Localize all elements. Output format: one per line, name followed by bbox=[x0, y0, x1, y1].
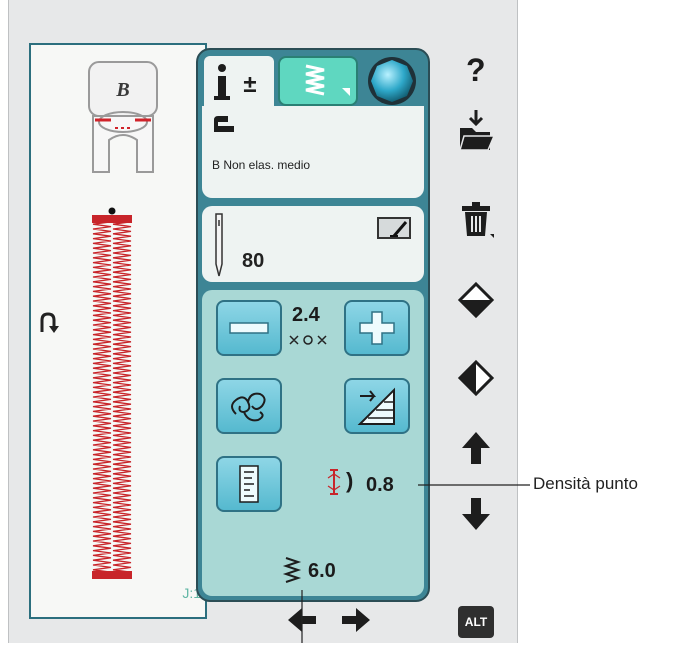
mirror-horizontal-axis-icon bbox=[457, 281, 495, 319]
alt-button[interactable]: ALT bbox=[458, 606, 494, 638]
plus-icon bbox=[359, 311, 395, 345]
balance-icon bbox=[239, 465, 259, 503]
move-up-button[interactable] bbox=[452, 424, 500, 472]
buttonhole-stitch-preview bbox=[92, 207, 132, 579]
tapering-button[interactable] bbox=[344, 378, 410, 434]
svg-text:±: ± bbox=[243, 71, 256, 98]
swirl-pattern-icon bbox=[231, 392, 266, 422]
density-paren: ) bbox=[346, 468, 354, 493]
balance-button[interactable] bbox=[216, 456, 282, 512]
mirror-horizontal-button[interactable] bbox=[452, 354, 500, 402]
stitch-preview-panel: B J:1 bbox=[29, 43, 207, 619]
trash-icon bbox=[462, 202, 494, 238]
stitch-width-icon bbox=[282, 557, 302, 583]
folder-open-icon bbox=[459, 110, 496, 151]
stitch-width-value: 6.0 bbox=[308, 560, 336, 582]
needle-size: 80 bbox=[242, 250, 265, 272]
foot-info-box: B Non elas. medio bbox=[202, 106, 424, 198]
move-down-button[interactable] bbox=[452, 490, 500, 538]
density-callout-label: Densità punto bbox=[533, 474, 638, 493]
tab-info[interactable]: ± bbox=[204, 56, 274, 106]
increase-length-button[interactable] bbox=[344, 300, 410, 356]
density-icon bbox=[327, 469, 341, 495]
arrow-right-icon bbox=[342, 608, 370, 632]
foot-label: B Non elas. medio bbox=[212, 158, 311, 172]
minus-icon bbox=[229, 322, 269, 334]
needle-icon bbox=[215, 213, 223, 277]
arrow-left-icon bbox=[288, 608, 316, 632]
delete-button[interactable] bbox=[452, 196, 500, 244]
stitch-length-value: 2.4 bbox=[292, 304, 320, 326]
stitch-length-icon bbox=[289, 335, 327, 345]
help-button[interactable]: ? bbox=[452, 48, 500, 96]
move-right-button[interactable] bbox=[336, 600, 376, 640]
stitch-top-bartack bbox=[92, 215, 132, 223]
presser-foot-letter: B bbox=[115, 79, 129, 101]
stitch-controls: 2.4) 0.8 6.0 bbox=[202, 290, 424, 596]
mirror-vertical-button[interactable] bbox=[452, 276, 500, 324]
stabilizer-icon bbox=[377, 217, 411, 239]
info-plus-minus-icon: ± bbox=[214, 64, 257, 100]
help-icon: ? bbox=[466, 52, 486, 88]
open-file-button[interactable] bbox=[452, 108, 500, 156]
presser-foot-small-icon bbox=[214, 116, 234, 132]
move-left-button[interactable] bbox=[282, 600, 322, 640]
reverse-icon bbox=[40, 312, 59, 333]
sphere-icon bbox=[368, 57, 416, 105]
mirror-vertical-axis-icon bbox=[457, 359, 495, 397]
tab-sphere[interactable] bbox=[362, 56, 422, 106]
stitch-zigzag-icon bbox=[305, 64, 350, 96]
arrow-down-icon bbox=[462, 498, 490, 530]
presser-foot-icon: B bbox=[88, 61, 158, 173]
stitch-right-bead bbox=[112, 216, 132, 578]
decrease-length-button[interactable] bbox=[216, 300, 282, 356]
pattern-reference: J:1 bbox=[182, 585, 201, 601]
density-value: 0.8 bbox=[366, 474, 394, 496]
stitch-bottom-bartack bbox=[92, 571, 132, 579]
tab-stitch[interactable] bbox=[278, 56, 358, 106]
stitch-settings-panel: ± B Non elas. medio 80 2.4) 0.8 6.0 bbox=[196, 48, 430, 602]
needle-info-box: 80 bbox=[202, 206, 424, 282]
tapering-icon bbox=[357, 387, 395, 425]
stitch-program-button[interactable] bbox=[216, 378, 282, 434]
arrow-up-icon bbox=[462, 432, 490, 464]
stitch-left-bead bbox=[92, 216, 112, 578]
